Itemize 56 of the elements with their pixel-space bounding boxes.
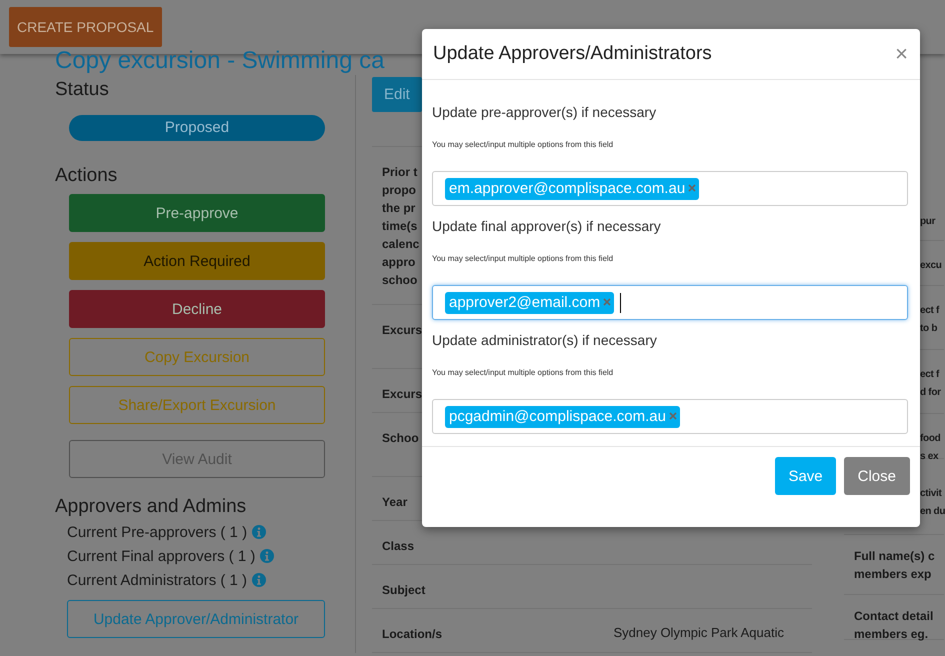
field-label: Update final approver(s) if necessary bbox=[432, 218, 662, 234]
action-button[interactable]: Action Required bbox=[69, 242, 325, 280]
field-hint: You may select/input multiple options from this field bbox=[432, 140, 614, 149]
approver-count: Current Administrators ( 1 ) bbox=[67, 572, 248, 588]
info-icon[interactable] bbox=[252, 525, 266, 539]
row-label: Prior t propo the pr time(s calenc appro schoo bbox=[382, 164, 420, 289]
row-label: Excurs bbox=[382, 322, 422, 339]
field-label: Update administrator(s) if necessary bbox=[432, 332, 658, 348]
remove-icon[interactable] bbox=[669, 412, 677, 420]
row-label: food s ex bbox=[920, 432, 940, 464]
status-badge: Proposed bbox=[69, 115, 325, 141]
email-tag: em.approver@complispace.com.au bbox=[445, 178, 700, 200]
close-button[interactable]: × bbox=[893, 41, 910, 67]
action-button[interactable]: Copy Excursion bbox=[69, 338, 325, 376]
tag-input-field[interactable]: approver2@email.com bbox=[432, 285, 908, 320]
create-proposal-button[interactable]: CREATE PROPOSAL bbox=[9, 7, 162, 47]
save-button[interactable]: Save bbox=[775, 457, 836, 495]
row-label: ect f d for bbox=[920, 368, 941, 400]
row-label: ctivit en du bbox=[920, 487, 945, 519]
text-cursor bbox=[620, 292, 622, 312]
close-button[interactable]: Close bbox=[844, 457, 910, 495]
approver-count: Current Pre-approvers ( 1 ) bbox=[67, 524, 248, 540]
row-label: Class bbox=[382, 538, 414, 555]
row-label: excu bbox=[920, 259, 942, 273]
remove-icon[interactable] bbox=[688, 184, 696, 192]
field-hint: You may select/input multiple options from this field bbox=[432, 368, 614, 377]
row-label: Excurs bbox=[382, 386, 422, 403]
info-icon[interactable] bbox=[252, 573, 266, 587]
section-heading: Approvers and Admins bbox=[55, 496, 248, 519]
email-tag: pcgadmin@complispace.com.au bbox=[445, 406, 680, 428]
action-button[interactable]: Share/Export Excursion bbox=[69, 386, 325, 424]
email-tag: approver2@email.com bbox=[445, 292, 614, 314]
row-label: Contact detail members eg. bbox=[854, 608, 934, 643]
page-title: Copy excursion - Swimming ca bbox=[55, 47, 384, 75]
info-icon[interactable] bbox=[260, 549, 274, 563]
field-hint: You may select/input multiple options from this field bbox=[432, 254, 614, 263]
tag-input-field[interactable]: pcgadmin@complispace.com.au bbox=[432, 399, 908, 434]
approver-count: Current Final approvers ( 1 ) bbox=[67, 548, 256, 564]
row-label: Subject bbox=[382, 582, 426, 599]
tag-input-field[interactable]: em.approver@complispace.com.au bbox=[432, 171, 908, 206]
edit-button[interactable]: Edit bbox=[372, 77, 422, 112]
row-label: pur bbox=[920, 215, 936, 229]
section-heading: Actions bbox=[55, 165, 118, 188]
row-value: Sydney Olympic Park Aquatic bbox=[613, 625, 784, 642]
remove-icon[interactable] bbox=[603, 298, 612, 306]
field-label: Update pre-approver(s) if necessary bbox=[432, 104, 658, 120]
row-label: Year bbox=[382, 494, 408, 511]
row-label: ect f to b bbox=[920, 304, 940, 336]
update-approver-button[interactable]: Update Approver/Administrator bbox=[67, 600, 325, 638]
row-label: Full name(s) c members exp bbox=[854, 548, 935, 583]
action-button[interactable]: Decline bbox=[69, 290, 325, 328]
row-label: Location/s bbox=[382, 626, 442, 643]
modal-title: Update Approvers/Administrators bbox=[433, 43, 712, 65]
action-button[interactable]: Pre-approve bbox=[69, 194, 325, 232]
row-label: Schoo bbox=[382, 430, 419, 447]
section-heading: Status bbox=[55, 79, 110, 102]
